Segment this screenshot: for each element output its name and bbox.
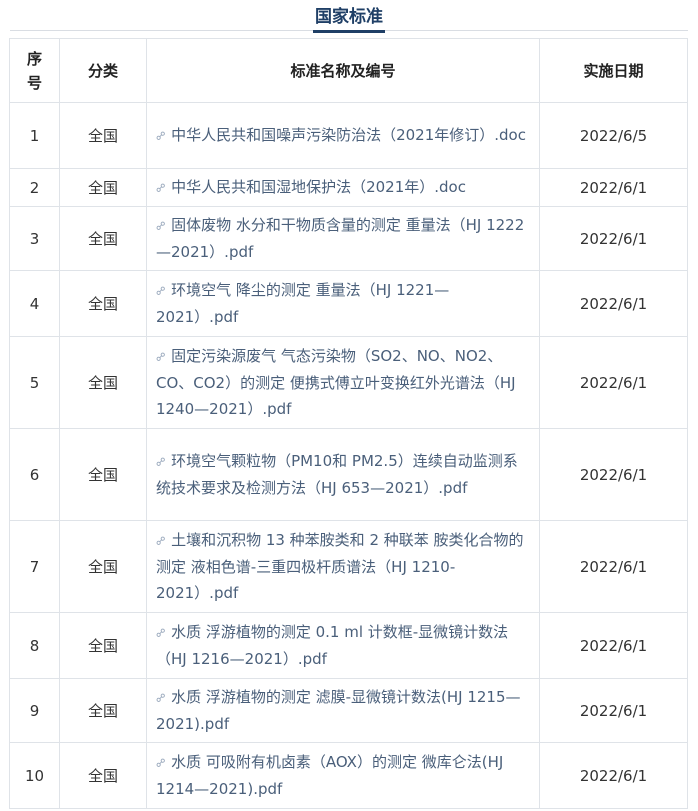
row-category: 全国 — [59, 270, 147, 337]
header-date: 实施日期 — [539, 38, 688, 103]
row-category: 全国 — [59, 102, 147, 169]
row-category: 全国 — [59, 336, 147, 429]
table-row: 9 全国 ⚯ 水质 浮游植物的测定 滤膜-显微镜计数法(HJ 1215—2021)… — [9, 678, 688, 743]
row-name-cell: ⚯ 中华人民共和国噪声污染防治法（2021年修订）.doc — [146, 102, 540, 169]
table-row: 10 全国 ⚯ 水质 可吸附有机卤素（AOX）的测定 微库仑法(HJ 1214—2… — [9, 742, 688, 809]
row-name-cell: ⚯ 土壤和沉积物 13 种苯胺类和 2 种联苯 胺类化合物的测定 液相色谱-三重四… — [146, 520, 540, 613]
table-row: 6 全国 ⚯ 环境空气颗粒物（PM10和 PM2.5）连续自动监测系统技术要求及检… — [9, 428, 688, 521]
row-num: 10 — [9, 742, 60, 809]
row-date: 2022/6/1 — [539, 336, 688, 429]
row-date: 2022/6/1 — [539, 168, 688, 207]
row-name-cell: ⚯ 固定污染源废气 气态污染物（SO2、NO、NO2、CO、CO2）的测定 便携式… — [146, 336, 540, 429]
row-date: 2022/6/1 — [539, 428, 688, 521]
row-category: 全国 — [59, 612, 147, 679]
row-date: 2022/6/1 — [539, 678, 688, 743]
title-bar: 国家标准 — [10, 0, 688, 33]
row-category: 全国 — [59, 428, 147, 521]
link-icon: ⚯ — [152, 217, 170, 235]
table-header-row: 序号 分类 标准名称及编号 实施日期 — [9, 38, 688, 103]
link-icon: ⚯ — [152, 453, 170, 471]
header-name: 标准名称及编号 — [146, 38, 540, 103]
row-date: 2022/6/1 — [539, 612, 688, 679]
standard-file-link[interactable]: 固定污染源废气 气态污染物（SO2、NO、NO2、CO、CO2）的测定 便携式傅… — [156, 347, 516, 418]
row-category: 全国 — [59, 206, 147, 271]
row-name-cell: ⚯ 环境空气颗粒物（PM10和 PM2.5）连续自动监测系统技术要求及检测方法（H… — [146, 428, 540, 521]
row-category: 全国 — [59, 168, 147, 207]
row-num: 7 — [9, 520, 60, 613]
row-name-cell: ⚯ 环境空气 降尘的测定 重量法（HJ 1221—2021）.pdf — [146, 270, 540, 337]
standard-file-link[interactable]: 水质 可吸附有机卤素（AOX）的测定 微库仑法(HJ 1214—2021).pd… — [156, 753, 503, 798]
row-name-cell: ⚯ 水质 浮游植物的测定 0.1 ml 计数框-显微镜计数法（HJ 1216—20… — [146, 612, 540, 679]
table-row: 2 全国 ⚯ 中华人民共和国湿地保护法（2021年）.doc 2022/6/1 — [9, 168, 688, 207]
page-title: 国家标准 — [313, 2, 385, 33]
row-category: 全国 — [59, 742, 147, 809]
header-num: 序号 — [9, 38, 60, 103]
row-num: 1 — [9, 102, 60, 169]
standard-file-link[interactable]: 固体废物 水分和干物质含量的测定 重量法（HJ 1222—2021）.pdf — [156, 216, 524, 261]
row-category: 全国 — [59, 520, 147, 613]
header-category: 分类 — [59, 38, 147, 103]
standards-table: 序号 分类 标准名称及编号 实施日期 1 全国 ⚯ 中华人民共和国噪声污染防治法（… — [9, 38, 688, 809]
row-name-cell: ⚯ 水质 浮游植物的测定 滤膜-显微镜计数法(HJ 1215—2021).pdf — [146, 678, 540, 743]
standard-file-link[interactable]: 中华人民共和国噪声污染防治法（2021年修订）.doc — [171, 126, 526, 144]
link-icon: ⚯ — [152, 624, 170, 642]
standard-file-link[interactable]: 环境空气 降尘的测定 重量法（HJ 1221—2021）.pdf — [156, 281, 449, 326]
standard-file-link[interactable]: 土壤和沉积物 13 种苯胺类和 2 种联苯 胺类化合物的测定 液相色谱-三重四极… — [156, 531, 524, 602]
link-icon: ⚯ — [152, 689, 170, 707]
row-date: 2022/6/5 — [539, 102, 688, 169]
row-date: 2022/6/1 — [539, 742, 688, 809]
table-row: 4 全国 ⚯ 环境空气 降尘的测定 重量法（HJ 1221—2021）.pdf 2… — [9, 270, 688, 337]
standard-file-link[interactable]: 环境空气颗粒物（PM10和 PM2.5）连续自动监测系统技术要求及检测方法（HJ… — [156, 452, 518, 497]
row-num: 6 — [9, 428, 60, 521]
row-date: 2022/6/1 — [539, 206, 688, 271]
table-row: 7 全国 ⚯ 土壤和沉积物 13 种苯胺类和 2 种联苯 胺类化合物的测定 液相色… — [9, 520, 688, 613]
row-date: 2022/6/1 — [539, 520, 688, 613]
table-row: 1 全国 ⚯ 中华人民共和国噪声污染防治法（2021年修订）.doc 2022/6… — [9, 102, 688, 169]
link-icon: ⚯ — [152, 127, 170, 145]
row-category: 全国 — [59, 678, 147, 743]
link-icon: ⚯ — [152, 532, 170, 550]
row-num: 8 — [9, 612, 60, 679]
link-icon: ⚯ — [152, 754, 170, 772]
link-icon: ⚯ — [152, 348, 170, 366]
row-name-cell: ⚯ 固体废物 水分和干物质含量的测定 重量法（HJ 1222—2021）.pdf — [146, 206, 540, 271]
standard-file-link[interactable]: 水质 浮游植物的测定 0.1 ml 计数框-显微镜计数法（HJ 1216—202… — [156, 623, 508, 668]
row-num: 5 — [9, 336, 60, 429]
row-num: 2 — [9, 168, 60, 207]
link-icon: ⚯ — [152, 179, 170, 197]
row-num: 3 — [9, 206, 60, 271]
table-row: 3 全国 ⚯ 固体废物 水分和干物质含量的测定 重量法（HJ 1222—2021）… — [9, 206, 688, 271]
row-date: 2022/6/1 — [539, 270, 688, 337]
row-name-cell: ⚯ 中华人民共和国湿地保护法（2021年）.doc — [146, 168, 540, 207]
link-icon: ⚯ — [152, 282, 170, 300]
row-num: 4 — [9, 270, 60, 337]
standard-file-link[interactable]: 中华人民共和国湿地保护法（2021年）.doc — [171, 178, 466, 196]
row-num: 9 — [9, 678, 60, 743]
row-name-cell: ⚯ 水质 可吸附有机卤素（AOX）的测定 微库仑法(HJ 1214—2021).p… — [146, 742, 540, 809]
table-row: 8 全国 ⚯ 水质 浮游植物的测定 0.1 ml 计数框-显微镜计数法（HJ 12… — [9, 612, 688, 679]
table-row: 5 全国 ⚯ 固定污染源废气 气态污染物（SO2、NO、NO2、CO、CO2）的测… — [9, 336, 688, 429]
standard-file-link[interactable]: 水质 浮游植物的测定 滤膜-显微镜计数法(HJ 1215—2021).pdf — [156, 688, 521, 733]
